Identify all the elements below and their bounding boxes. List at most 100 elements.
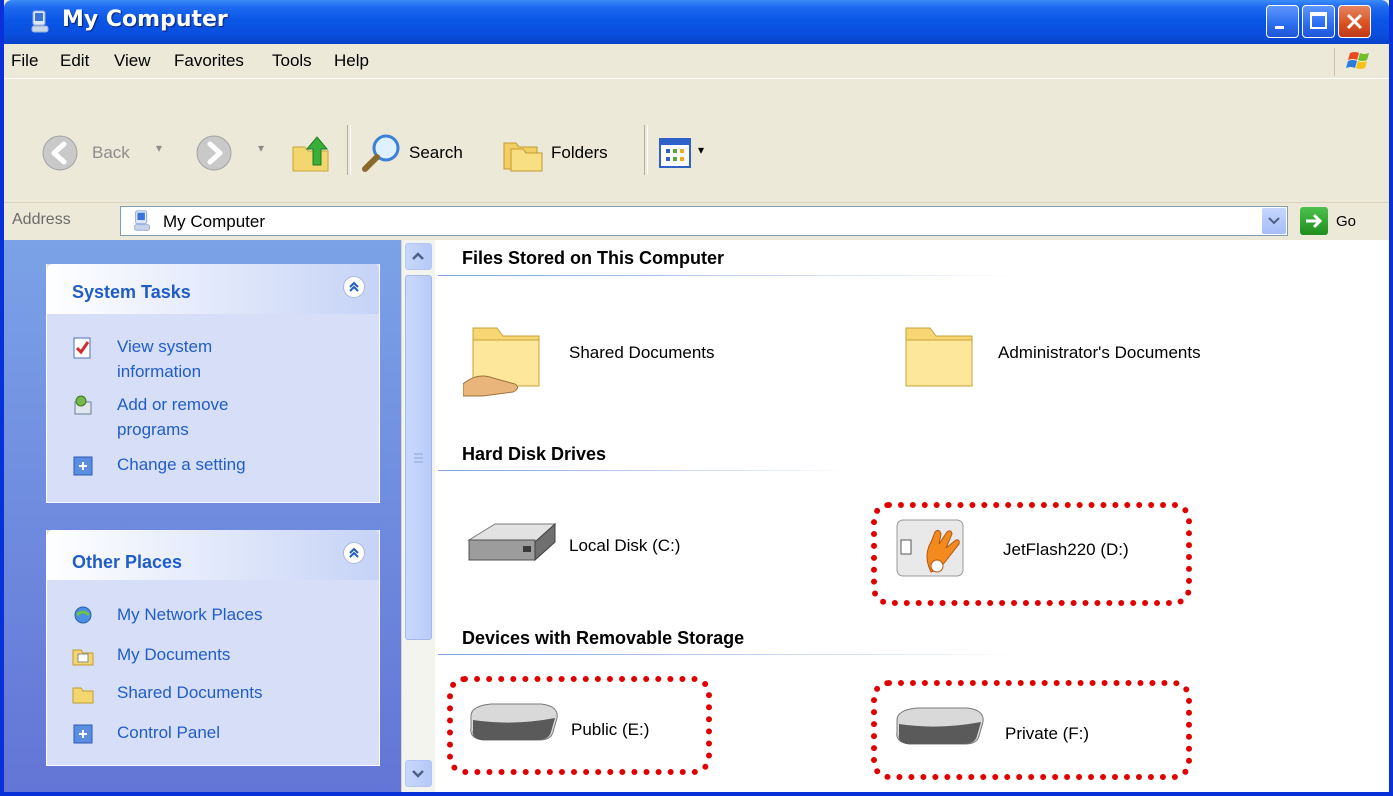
grip-icon <box>414 453 423 463</box>
control-panel-icon <box>73 724 93 744</box>
group-divider <box>438 470 853 471</box>
back-arrow-icon <box>42 135 78 171</box>
system-tasks-title: System Tasks <box>72 282 191 302</box>
folders-icon <box>503 142 543 172</box>
folders-button[interactable]: Folders <box>501 131 631 175</box>
shared-documents-label: Shared Documents <box>569 343 715 362</box>
scroll-up-button[interactable] <box>405 243 432 270</box>
shared-folder-icon <box>463 327 540 397</box>
forward-dropdown-icon: ▾ <box>258 141 265 155</box>
shared-documents-link[interactable]: Shared Documents <box>117 680 347 705</box>
views-dropdown-icon: ▾ <box>698 143 705 157</box>
back-label: Back <box>92 143 130 162</box>
views-button[interactable]: ▾ <box>658 135 718 171</box>
jetflash-d-item[interactable]: JetFlash220 (D:) <box>893 510 1183 590</box>
search-label: Search <box>409 143 463 162</box>
address-field[interactable]: My Computer <box>120 206 1288 236</box>
public-e-item[interactable]: Public (E:) <box>465 690 705 760</box>
menu-edit[interactable]: Edit <box>60 51 89 71</box>
chevron-down-icon <box>412 770 424 778</box>
private-f-item[interactable]: Private (F:) <box>891 694 1171 764</box>
forward-arrow-icon <box>196 135 232 171</box>
private-f-label: Private (F:) <box>1005 724 1090 743</box>
shared-documents-item[interactable]: Shared Documents <box>463 310 763 400</box>
usb-drive-icon <box>896 519 964 577</box>
menu-view[interactable]: View <box>114 51 151 71</box>
collapse-icon[interactable] <box>343 276 365 298</box>
add-remove-programs-link[interactable]: Add or remove programs <box>117 392 267 442</box>
address-label: Address <box>12 211 71 228</box>
collapse-icon[interactable] <box>343 542 365 564</box>
chevron-down-icon <box>1268 217 1280 225</box>
my-network-places-link[interactable]: My Network Places <box>117 602 347 627</box>
group-divider <box>438 275 1018 276</box>
menu-favorites[interactable]: Favorites <box>174 51 244 71</box>
task-pane: System Tasks View system information Add… <box>4 240 401 792</box>
address-dropdown-button[interactable] <box>1262 208 1286 234</box>
forward-button[interactable]: ▾ <box>194 133 274 173</box>
address-bar: Address My Computer Go <box>4 202 1389 241</box>
administrators-documents-label: Administrator's Documents <box>998 343 1201 362</box>
folders-label: Folders <box>551 143 608 162</box>
other-places-header[interactable]: Other Places <box>47 530 379 580</box>
menu-file[interactable]: File <box>11 51 38 71</box>
search-icon <box>362 134 400 172</box>
other-places-panel: Other Places My Network Places My Docume… <box>46 530 380 766</box>
control-panel-link[interactable]: Control Panel <box>117 720 347 745</box>
group-title-files: Files Stored on This Computer <box>462 248 725 268</box>
explorer-window: My Computer File Edit View Favorites Too… <box>0 0 1393 796</box>
jetflash-d-label: JetFlash220 (D:) <box>1003 540 1129 559</box>
toolbar-separator <box>644 125 648 175</box>
toolbar: Back ▾ ▾ Search Folders ▾ <box>4 79 1389 202</box>
other-places-title: Other Places <box>72 552 183 572</box>
content-pane: Files Stored on This Computer Shared Doc… <box>435 240 1389 792</box>
title-bar[interactable]: My Computer <box>4 0 1389 44</box>
search-button[interactable]: Search <box>360 131 482 175</box>
close-button[interactable] <box>1338 5 1371 38</box>
toolbar-separator <box>347 125 351 175</box>
system-tasks-panel: System Tasks View system information Add… <box>46 264 380 503</box>
add-remove-programs-icon <box>74 395 92 415</box>
removable-drive-icon <box>896 707 984 745</box>
public-e-label: Public (E:) <box>571 720 650 739</box>
window-title: My Computer <box>62 7 228 32</box>
hard-drive-icon <box>467 522 557 562</box>
my-documents-link[interactable]: My Documents <box>117 642 347 667</box>
system-info-icon <box>73 337 91 359</box>
view-system-info-link[interactable]: View system information <box>117 334 267 384</box>
my-computer-icon <box>31 10 49 33</box>
maximize-button[interactable] <box>1302 5 1335 38</box>
network-places-icon <box>74 606 92 624</box>
go-arrow-icon <box>1306 213 1323 229</box>
group-title-hdd: Hard Disk Drives <box>462 444 607 464</box>
address-value: My Computer <box>163 212 266 231</box>
change-setting-link[interactable]: Change a setting <box>117 452 317 477</box>
vertical-scrollbar[interactable] <box>401 240 436 792</box>
minimize-button[interactable] <box>1266 5 1299 38</box>
chevron-up-icon <box>412 252 424 260</box>
group-divider <box>438 654 1018 655</box>
menu-bar: File Edit View Favorites Tools Help <box>4 44 1389 79</box>
system-tasks-header[interactable]: System Tasks <box>47 264 379 314</box>
folder-icon <box>72 687 94 704</box>
control-panel-icon <box>73 456 93 476</box>
go-button[interactable] <box>1300 207 1328 235</box>
up-folder-icon[interactable] <box>289 131 333 175</box>
local-disk-c-item[interactable]: Local Disk (C:) <box>465 510 745 590</box>
back-dropdown-icon: ▾ <box>156 141 163 155</box>
group-title-removable: Devices with Removable Storage <box>462 628 745 648</box>
menu-help[interactable]: Help <box>334 51 369 71</box>
local-disk-c-label: Local Disk (C:) <box>569 536 681 555</box>
administrators-documents-item[interactable]: Administrator's Documents <box>900 310 1320 400</box>
removable-drive-icon <box>470 703 558 741</box>
views-icon <box>659 138 691 168</box>
back-button[interactable]: Back ▾ <box>40 133 175 173</box>
windows-logo-icon <box>1334 48 1385 76</box>
folder-icon <box>905 327 973 387</box>
menu-tools[interactable]: Tools <box>272 51 312 71</box>
scroll-thumb[interactable] <box>405 275 432 640</box>
my-computer-icon <box>134 210 150 231</box>
my-documents-icon <box>72 649 94 666</box>
scroll-down-button[interactable] <box>405 760 432 787</box>
go-label[interactable]: Go <box>1336 213 1356 230</box>
